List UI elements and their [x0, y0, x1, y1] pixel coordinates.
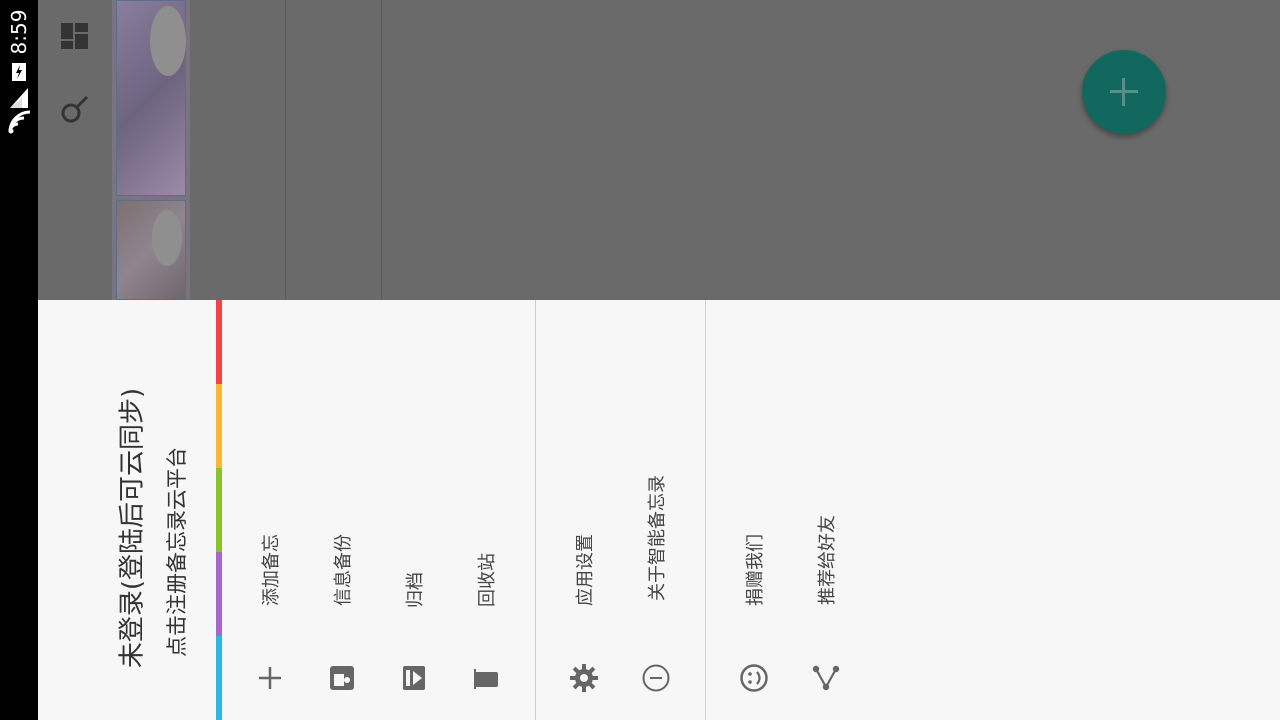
menu-item-label: 回收站	[477, 553, 498, 607]
smiley-icon	[740, 664, 768, 692]
navigation-drawer: 未登录(登陆后可云同步) 点击注册备忘录云平台 添加备忘 信息备份 归档 回收站…	[38, 300, 1280, 720]
plus-icon	[259, 667, 281, 689]
status-bar: 8:59	[0, 0, 38, 720]
add-note-fab[interactable]	[1082, 50, 1166, 134]
accent-blue	[216, 636, 222, 720]
menu-item-label: 应用设置	[575, 534, 596, 606]
backup-icon	[330, 666, 354, 690]
speech-bubble	[150, 6, 186, 76]
menu-item-label: 添加备忘	[261, 534, 282, 606]
search-icon[interactable]	[60, 94, 90, 124]
menu-item-label: 归档	[405, 572, 426, 608]
section-divider	[705, 300, 706, 720]
login-title: 未登录(登陆后可云同步)	[117, 387, 148, 669]
status-time: 8:59	[7, 9, 31, 55]
dashboard-icon[interactable]	[60, 22, 90, 50]
accent-yellow	[216, 384, 222, 468]
menu-item-label: 信息备份	[333, 534, 354, 606]
column-divider	[285, 0, 286, 300]
wifi-icon	[8, 110, 31, 134]
archive-icon	[403, 666, 425, 690]
accent-purple	[216, 552, 222, 636]
accent-green	[216, 468, 222, 552]
info-icon	[642, 664, 670, 692]
column-divider	[381, 0, 382, 300]
note-thumbnail[interactable]	[112, 0, 190, 300]
menu-item-label: 捐赠我们	[745, 534, 766, 606]
battery-charging-icon	[12, 63, 26, 81]
accent-red	[216, 300, 222, 384]
share-icon	[812, 665, 840, 691]
speech-bubble	[152, 210, 182, 266]
gear-icon	[570, 664, 598, 692]
menu-item-label: 关于智能备忘录	[647, 475, 668, 601]
accent-color-strip	[216, 300, 222, 720]
trash-icon	[474, 669, 498, 689]
menu-item-label: 推荐给好友	[817, 515, 838, 605]
section-divider	[535, 300, 536, 720]
login-subtitle: 点击注册备忘录云平台	[165, 447, 189, 657]
main-content-scrim[interactable]	[38, 0, 1280, 300]
